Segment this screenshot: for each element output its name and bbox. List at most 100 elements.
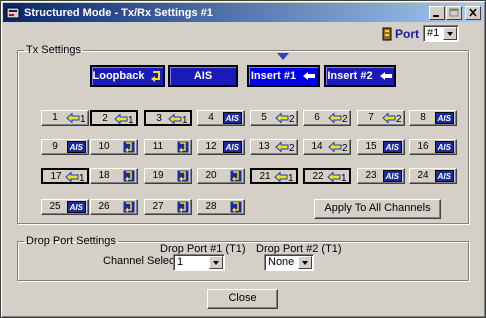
port-select-value: #1: [427, 27, 440, 39]
ais-badge-icon: AIS: [434, 112, 454, 124]
window-title: Structured Mode - Tx/Rx Settings #1: [24, 6, 213, 19]
chevron-down-icon[interactable]: [209, 256, 223, 269]
tx-settings-legend: Tx Settings: [26, 44, 82, 56]
svg-text:1: 1: [79, 173, 85, 183]
svg-text:1: 1: [80, 114, 86, 124]
ais-badge-icon: AIS: [382, 141, 402, 153]
channel-number: 12: [205, 141, 217, 152]
loopback-icon: [123, 141, 135, 153]
apply-to-all-channels-button[interactable]: Apply To All Channels: [314, 199, 441, 219]
mode-button-2[interactable]: AIS: [168, 65, 238, 87]
channel-number: 7: [368, 112, 374, 123]
insert-arrow-icon: 2: [328, 141, 348, 153]
channel-button-10[interactable]: 10: [90, 139, 138, 155]
svg-text:1: 1: [128, 115, 134, 125]
channel-button-20[interactable]: 20: [197, 168, 245, 184]
channel-button-2[interactable]: 21: [90, 110, 138, 126]
chevron-down-icon[interactable]: [443, 27, 457, 40]
channel-button-8[interactable]: 8 AIS: [409, 110, 457, 126]
channel-number: 4: [208, 112, 214, 123]
chevron-down-icon[interactable]: [298, 256, 312, 269]
channel-number: 18: [98, 170, 110, 181]
svg-text:1: 1: [341, 173, 347, 183]
svg-text:2: 2: [289, 114, 295, 124]
channel-button-3[interactable]: 31: [144, 110, 192, 126]
insert-arrow-icon: 2: [275, 141, 295, 153]
close-icon: [469, 7, 477, 17]
channel-button-22[interactable]: 22 1: [303, 168, 351, 184]
insert-arrow-icon: 1: [274, 171, 294, 183]
close-button[interactable]: Close: [207, 289, 278, 309]
minimize-button[interactable]: [429, 5, 445, 20]
channel-number: 11: [152, 141, 164, 152]
drop-port-2-value: None: [268, 256, 295, 268]
channel-button-6[interactable]: 62: [303, 110, 351, 126]
port-select[interactable]: #1: [423, 25, 459, 42]
drop-port-2-select[interactable]: None: [264, 254, 314, 271]
channel-number: 26: [98, 201, 110, 212]
svg-text:2: 2: [342, 143, 348, 153]
ais-badge-icon: AIS: [66, 141, 86, 153]
insert-arrow-icon: 2: [328, 112, 348, 124]
channel-button-24[interactable]: 24 AIS: [409, 168, 457, 184]
svg-text:2: 2: [289, 143, 295, 153]
maximize-button[interactable]: [446, 5, 462, 20]
insert-arrow-icon: 2: [275, 112, 295, 124]
dialog-window: Structured Mode - Tx/Rx Settings #1 Port…: [0, 0, 486, 318]
mode-button-1[interactable]: Loopback: [90, 65, 165, 87]
minimize-icon: [433, 14, 439, 17]
channel-button-23[interactable]: 23 AIS: [357, 168, 405, 184]
channel-button-18[interactable]: 18: [90, 168, 138, 184]
mode-button-label: AIS: [193, 70, 213, 82]
channel-button-19[interactable]: 19: [144, 168, 192, 184]
close-window-button[interactable]: [465, 5, 481, 20]
arrow-left-icon: [303, 72, 316, 80]
channel-button-9[interactable]: 9 AIS: [41, 139, 89, 155]
port-selector: Port #1: [382, 25, 459, 42]
svg-text:1: 1: [288, 173, 294, 183]
title-bar[interactable]: Structured Mode - Tx/Rx Settings #1: [3, 3, 483, 22]
channel-number: 9: [52, 141, 58, 152]
channel-button-12[interactable]: 12 AIS: [197, 139, 245, 155]
channel-number: 25: [49, 201, 61, 212]
loopback-icon: [177, 170, 189, 182]
insert-arrow-icon: 1: [66, 112, 86, 124]
mode-button-label: Insert #2: [327, 70, 373, 82]
channel-number: 10: [98, 141, 110, 152]
channel-button-17[interactable]: 17 1: [41, 168, 89, 184]
svg-text:2: 2: [396, 114, 402, 124]
insert-arrow-icon: 1: [168, 113, 188, 125]
channel-button-26[interactable]: 26: [90, 199, 138, 215]
channel-button-7[interactable]: 72: [357, 110, 405, 126]
channel-number: 14: [311, 141, 323, 152]
channel-button-5[interactable]: 52: [250, 110, 298, 126]
channel-number: 20: [205, 170, 217, 181]
ais-badge-icon: AIS: [66, 201, 86, 213]
mode-button-label: Insert #1: [250, 70, 297, 82]
ais-badge-icon: AIS: [222, 141, 242, 153]
channel-button-4[interactable]: 4 AIS: [197, 110, 245, 126]
channel-button-11[interactable]: 11: [144, 139, 192, 155]
channel-button-16[interactable]: 16 AIS: [409, 139, 457, 155]
mode-button-3[interactable]: Insert #1: [247, 65, 320, 87]
channel-button-28[interactable]: 28: [197, 199, 245, 215]
channel-number: 23: [365, 170, 377, 181]
channel-button-13[interactable]: 13 2: [250, 139, 298, 155]
channel-button-21[interactable]: 21 1: [250, 168, 298, 184]
app-icon: [6, 6, 20, 20]
svg-text:2: 2: [342, 114, 348, 124]
channel-button-15[interactable]: 15 AIS: [357, 139, 405, 155]
channel-number: 27: [152, 201, 164, 212]
mode-button-4[interactable]: Insert #2: [324, 65, 396, 87]
channel-button-1[interactable]: 11: [41, 110, 89, 126]
drop-port-settings-legend: Drop Port Settings: [26, 235, 116, 247]
channel-button-14[interactable]: 14 2: [303, 139, 351, 155]
insert-arrow-icon: 2: [382, 112, 402, 124]
channel-button-27[interactable]: 27: [144, 199, 192, 215]
drop-port-1-value: 1: [177, 256, 184, 268]
channel-button-25[interactable]: 25 AIS: [41, 199, 89, 215]
selected-mode-indicator: [277, 53, 289, 60]
channel-number: 16: [417, 141, 429, 152]
drop-port-1-select[interactable]: 1: [173, 254, 225, 271]
channel-number: 24: [417, 170, 429, 181]
